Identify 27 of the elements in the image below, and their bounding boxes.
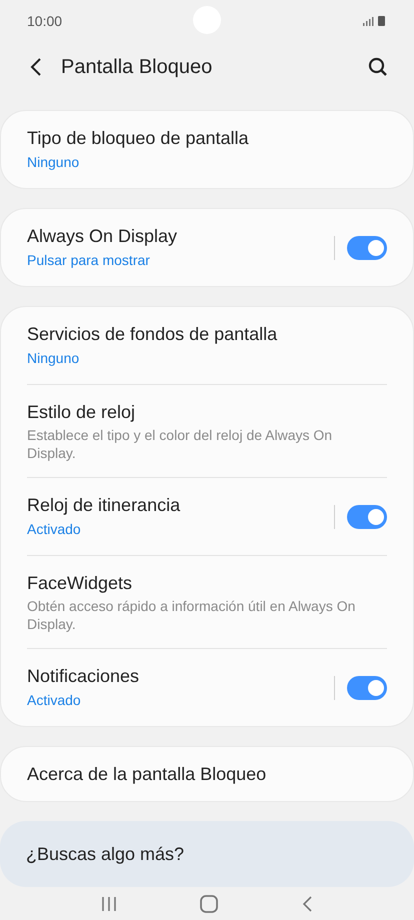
setting-title[interactable]: Estilo de reloj	[27, 400, 387, 424]
back-icon	[29, 57, 43, 77]
suggestion-title: ¿Buscas algo más?	[26, 842, 184, 866]
search-icon	[368, 57, 388, 77]
setting-value: Activado	[27, 691, 82, 710]
setting-title[interactable]: Servicios de fondos de pantalla	[27, 322, 387, 346]
setting-title[interactable]: Tipo de bloqueo de pantalla	[27, 126, 387, 150]
setting-title[interactable]: FaceWidgets	[27, 571, 387, 595]
back-nav-icon[interactable]	[300, 896, 313, 912]
setting-value: Activado	[27, 520, 82, 539]
setting-title[interactable]: Notificaciones	[27, 664, 334, 688]
setting-title[interactable]: Reloj de itinerancia	[27, 493, 334, 517]
toggle-switch[interactable]	[347, 504, 387, 528]
signal-battery-icon	[361, 15, 387, 27]
setting-value: Pulsar para mostrar	[27, 251, 151, 270]
setting-value: Ninguno	[27, 349, 80, 368]
setting-description: Establece el tipo y el color del reloj de Always On Display.	[27, 426, 334, 462]
page-title: Pantalla Bloqueo	[61, 55, 214, 80]
recent-apps-icon[interactable]	[101, 896, 118, 912]
home-icon[interactable]	[200, 894, 218, 912]
status-time: 10:00	[27, 12, 62, 30]
setting-title[interactable]: Always On Display	[27, 224, 334, 248]
toggle-switch[interactable]	[347, 236, 387, 260]
setting-title[interactable]: Acerca de la pantalla Bloqueo	[27, 762, 387, 786]
setting-description: Obtén acceso rápido a información útil en Always On Display.	[27, 597, 356, 633]
setting-value: Ninguno	[27, 153, 80, 172]
toggle-switch[interactable]	[347, 676, 387, 700]
